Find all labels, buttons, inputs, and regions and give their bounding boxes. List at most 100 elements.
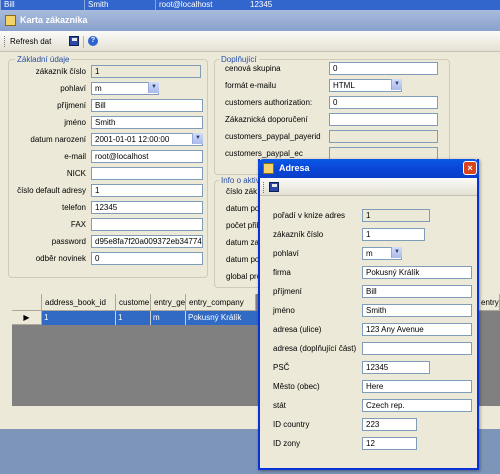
toolbar: Refresh dat ? <box>0 31 500 52</box>
basic-label-1: pohlaví <box>60 84 86 93</box>
help-icon[interactable]: ? <box>88 36 98 46</box>
dropdown-arrow-icon: ▼ <box>148 82 159 93</box>
birthdate-dropdown-area[interactable]: ▼ <box>91 133 203 146</box>
dialog-save-icon[interactable] <box>269 182 279 192</box>
basic-label-7: číslo default adresy <box>17 186 86 195</box>
address-field-12[interactable]: 12 <box>362 437 417 450</box>
address-field-8[interactable]: 12345 <box>362 361 430 374</box>
activity-label-2: počet přih <box>226 221 262 230</box>
dropdown-arrow-icon: ▼ <box>391 79 402 90</box>
additional-field-2[interactable]: 0 <box>329 96 438 109</box>
basic-label-2: příjmení <box>57 101 86 110</box>
address-label-7: adresa (doplňující část) <box>273 344 357 353</box>
address-label-0: pořadí v knize adres <box>273 211 346 220</box>
address-label-3: firma <box>273 268 291 277</box>
additional-field-3[interactable] <box>329 113 438 126</box>
basic-field-5[interactable]: root@localhost <box>91 150 203 163</box>
basic-label-3: jméno <box>64 118 86 127</box>
background-table-row: Bill Smith root@localhost 12345 <box>0 0 500 10</box>
basic-field-9[interactable] <box>91 218 203 231</box>
address-label-10: stát <box>273 401 286 410</box>
dropdown-arrow-icon: ▼ <box>192 133 203 144</box>
address-label-2: pohlaví <box>273 249 299 258</box>
additional-label-4: customers_paypal_payerid <box>225 132 321 141</box>
basic-label-5: e-mail <box>64 152 86 161</box>
address-field-11[interactable]: 223 <box>362 418 417 431</box>
address-field-1[interactable]: 1 <box>362 228 425 241</box>
toolbar-grip <box>4 36 6 47</box>
address-field-4[interactable]: Bill <box>362 285 472 298</box>
address-label-11: ID country <box>273 420 310 429</box>
activity-label-5: global pro <box>226 272 262 281</box>
address-label-6: adresa (ulice) <box>273 325 322 334</box>
grid-col-entry-partial[interactable]: entry_ <box>478 294 500 311</box>
basic-label-4: datum narození <box>30 135 86 144</box>
address-label-4: příjmení <box>273 287 302 296</box>
activity-label-4: datum po <box>226 255 260 264</box>
address-label-9: Město (obec) <box>273 382 320 391</box>
top-cell-email: root@localhost <box>155 0 212 10</box>
dialog-title: Adresa <box>279 163 310 173</box>
grid-col-entry-company[interactable]: entry_company <box>186 294 256 311</box>
top-cell-first-name: Bill <box>0 0 15 10</box>
grid-cell-customer[interactable]: 1 <box>116 311 151 325</box>
basic-field-7[interactable]: 1 <box>91 184 203 197</box>
grid-corner <box>12 294 42 311</box>
grid-col-entry-gender[interactable]: entry_ge <box>151 294 186 311</box>
toolbar-separator <box>83 36 84 48</box>
window-title: Karta zákazníka <box>20 15 88 25</box>
dialog-toolbar-grip <box>263 182 265 193</box>
address-gender-dropdown-area[interactable]: ▼ <box>362 247 402 260</box>
basic-label-9: FAX <box>70 220 86 229</box>
address-field-0[interactable]: 1 <box>362 209 430 222</box>
basic-label-10: password <box>51 237 86 246</box>
save-icon[interactable] <box>69 36 79 46</box>
activity-label-1: datum po <box>226 204 260 213</box>
gender-dropdown-area[interactable]: ▼ <box>91 82 159 95</box>
additional-label-2: customers authorization: <box>225 98 313 107</box>
address-field-3[interactable]: Pokusný Králík <box>362 266 472 279</box>
app-icon <box>5 15 16 26</box>
address-dialog: Adresa × pořadí v knize adres 1 zákazník č… <box>258 159 479 470</box>
address-field-10[interactable]: Czech rep. <box>362 399 472 412</box>
address-label-1: zákazník číslo <box>273 230 324 239</box>
address-field-6[interactable]: 123 Any Avenue <box>362 323 472 336</box>
dialog-app-icon <box>263 163 274 174</box>
basic-label-8: telefon <box>61 203 86 212</box>
basic-label-0: zákazník číslo <box>35 67 86 76</box>
refresh-button[interactable]: Refresh dat <box>10 37 51 46</box>
additional-label-1: formát e-mailu <box>225 81 277 90</box>
grid-col-customer[interactable]: custome <box>116 294 151 311</box>
address-label-5: jméno <box>273 306 295 315</box>
address-field-7[interactable] <box>362 342 472 355</box>
grid-col-address-book-id[interactable]: address_book_id <box>42 294 116 311</box>
additional-field-4[interactable] <box>329 130 438 143</box>
basic-label-6: NICK <box>66 169 86 178</box>
grid-cell-address-book-id[interactable]: 1 <box>42 311 116 325</box>
basic-field-6[interactable] <box>91 167 203 180</box>
close-icon[interactable]: × <box>463 161 477 175</box>
address-label-8: PSČ <box>273 363 290 372</box>
top-cell-phone: 12345 <box>250 0 273 9</box>
additional-label-3: Zákaznická doporučení <box>225 115 308 124</box>
grid-cell-entry-gender[interactable]: m <box>151 311 186 325</box>
basic-field-0[interactable]: 1 <box>91 65 201 78</box>
email-format-dropdown-area[interactable]: ▼ <box>329 79 402 92</box>
dialog-title-bar: Adresa × <box>258 159 479 178</box>
basic-label-11: odběr novinek <box>35 254 86 263</box>
basic-field-3[interactable]: Smith <box>91 116 203 129</box>
basic-field-8[interactable]: 12345 <box>91 201 203 214</box>
activity-info-title: Info o aktiv <box>219 176 262 185</box>
dropdown-arrow-icon: ▼ <box>391 247 402 258</box>
row-pointer-icon: ▶ <box>12 311 42 325</box>
window-title-bar: Karta zákazníka <box>0 10 500 31</box>
activity-label-0: číslo zák <box>226 187 258 196</box>
basic-field-11[interactable]: 0 <box>91 252 203 265</box>
basic-field-10[interactable]: d95e8fa7f20a009372eb34774 <box>91 235 203 248</box>
additional-field-0[interactable]: 0 <box>329 62 438 75</box>
address-field-5[interactable]: Smith <box>362 304 472 317</box>
top-cell-last-name: Smith <box>84 0 108 10</box>
basic-field-2[interactable]: Bill <box>91 99 203 112</box>
address-label-12: ID zony <box>273 439 301 448</box>
address-field-9[interactable]: Here <box>362 380 472 393</box>
